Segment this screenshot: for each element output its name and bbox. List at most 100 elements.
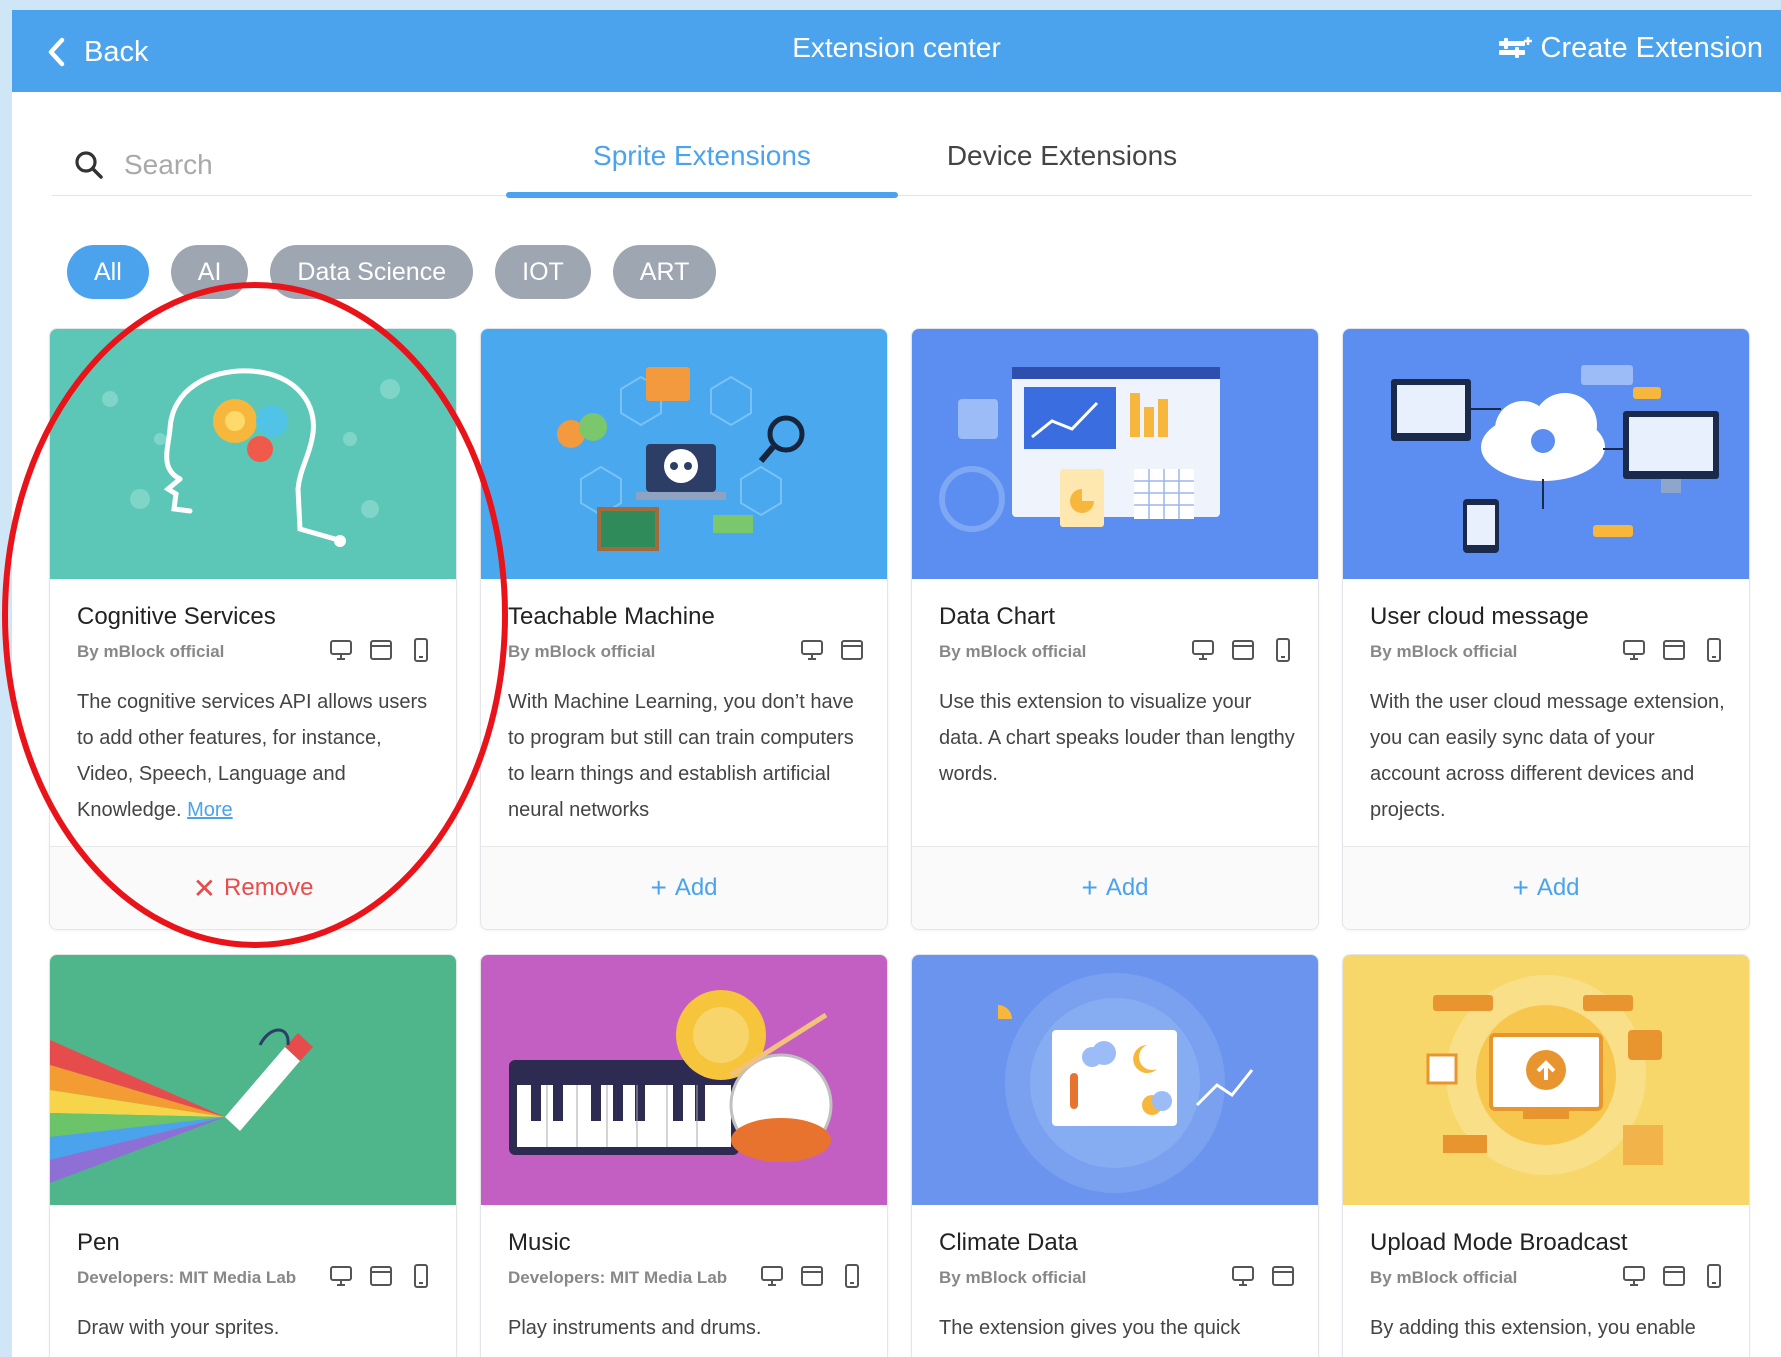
filter-data-science[interactable]: Data Science — [270, 245, 474, 299]
user-cloud-message-image — [1343, 329, 1749, 579]
add-button[interactable]: + Add — [1343, 846, 1749, 929]
desktop-icon — [1190, 637, 1216, 663]
pen-image — [50, 955, 456, 1205]
platform-icons — [1621, 1263, 1727, 1289]
platform-icons — [1230, 1263, 1296, 1289]
filter-art[interactable]: ART — [612, 245, 717, 299]
mobile-icon — [1270, 637, 1296, 663]
extension-card-upload-mode-broadcast[interactable]: Upload Mode Broadcast By mBlock official… — [1342, 954, 1750, 1357]
tabs-divider — [52, 195, 1752, 196]
add-label: Add — [1105, 874, 1149, 901]
extension-card-climate-data[interactable]: Climate Data By mBlock official The exte… — [911, 954, 1319, 1357]
filter-all[interactable]: All — [67, 245, 149, 299]
browser-icon — [1661, 637, 1687, 663]
cognitive-services-image — [50, 329, 456, 579]
extension-card-data-chart[interactable]: Data Chart By mBlock official Use this e… — [911, 328, 1319, 930]
upload-mode-broadcast-image — [1343, 955, 1749, 1205]
close-icon: ✕ — [192, 872, 217, 904]
card-description: Use this extension to visualize your dat… — [939, 691, 1295, 785]
add-button[interactable]: + Add — [481, 846, 887, 929]
teachable-machine-image — [481, 329, 887, 579]
filter-iot[interactable]: IOT — [495, 245, 591, 299]
desktop-icon — [328, 1263, 354, 1289]
card-author: By mBlock official — [939, 1268, 1087, 1287]
card-title: Climate Data — [939, 1229, 1078, 1256]
extension-center-window: Back Extension center Create Extension S… — [12, 10, 1781, 1357]
extension-card-music[interactable]: Music Developers: MIT Media Lab Play ins… — [480, 954, 888, 1357]
card-title: Data Chart — [939, 603, 1056, 630]
tab-sprite-extensions[interactable]: Sprite Extensions — [519, 140, 885, 172]
search-icon — [75, 151, 103, 179]
card-title: Cognitive Services — [77, 603, 276, 630]
desktop-icon — [799, 637, 825, 663]
search-input[interactable] — [122, 148, 346, 182]
mobile-icon — [408, 1263, 434, 1289]
tab-device-extensions[interactable]: Device Extensions — [912, 140, 1212, 172]
climate-data-image — [912, 955, 1318, 1205]
more-link[interactable]: More — [187, 799, 233, 821]
card-title: User cloud message — [1370, 603, 1589, 630]
remove-label: Remove — [224, 874, 314, 901]
card-title: Teachable Machine — [508, 603, 715, 630]
top-bar: Back Extension center Create Extension — [12, 10, 1781, 92]
card-description: With Machine Learning, you don’t have to… — [508, 691, 854, 821]
plus-icon: + — [650, 872, 667, 903]
add-label: Add — [1536, 874, 1580, 901]
platform-icons — [328, 1263, 434, 1289]
add-button[interactable]: + Add — [912, 846, 1318, 929]
desktop-icon — [1621, 1263, 1647, 1289]
card-title: Music — [508, 1229, 571, 1256]
browser-icon — [839, 637, 865, 663]
filter-ai[interactable]: AI — [170, 245, 249, 299]
desktop-icon — [759, 1263, 785, 1289]
extension-card-teachable-machine[interactable]: Teachable Machine By mBlock official Wit… — [480, 328, 888, 930]
browser-icon — [1230, 637, 1256, 663]
card-author: By mBlock official — [508, 642, 656, 661]
platform-icons — [328, 637, 434, 663]
create-extension-button[interactable]: Create Extension — [1497, 32, 1763, 65]
card-title: Pen — [77, 1229, 120, 1256]
browser-icon — [1270, 1263, 1296, 1289]
card-description: Draw with your sprites. — [77, 1317, 280, 1339]
mobile-icon — [1701, 637, 1727, 663]
card-author: By mBlock official — [1370, 1268, 1518, 1287]
plus-icon: + — [1512, 872, 1529, 903]
card-author: Developers: MIT Media Lab — [77, 1268, 297, 1287]
plus-icon: + — [1081, 872, 1098, 903]
card-author: Developers: MIT Media Lab — [508, 1268, 728, 1287]
platform-icons — [759, 1263, 865, 1289]
card-author: By mBlock official — [77, 642, 225, 661]
search-box[interactable] — [74, 140, 374, 190]
card-description: By adding this extension, you enable — [1370, 1317, 1696, 1339]
data-chart-image — [912, 329, 1318, 579]
desktop-icon — [328, 637, 354, 663]
browser-icon — [368, 637, 394, 663]
browser-icon — [799, 1263, 825, 1289]
card-title: Upload Mode Broadcast — [1370, 1229, 1628, 1256]
music-image — [481, 955, 887, 1205]
create-extension-label: Create Extension — [1540, 32, 1763, 64]
mobile-icon — [1701, 1263, 1727, 1289]
desktop-icon — [1230, 1263, 1256, 1289]
card-description: The extension gives you the quick — [939, 1317, 1241, 1339]
mobile-icon — [408, 637, 434, 663]
card-author: By mBlock official — [939, 642, 1087, 661]
card-description: The cognitive services API allows users … — [77, 684, 437, 828]
extension-card-pen[interactable]: Pen Developers: MIT Media Lab Draw with … — [49, 954, 457, 1357]
description-text: The cognitive services API allows users … — [77, 691, 428, 821]
card-description: With the user cloud message extension, y… — [1370, 691, 1725, 821]
active-tab-indicator — [506, 192, 898, 198]
desktop-icon — [1621, 637, 1647, 663]
category-filters: All AI Data Science IOT ART — [67, 245, 717, 299]
card-author: By mBlock official — [1370, 642, 1518, 661]
card-description: Play instruments and drums. — [508, 1317, 762, 1339]
platform-icons — [1621, 637, 1727, 663]
extension-card-cognitive-services[interactable]: Cognitive Services By mBlock official Th… — [49, 328, 457, 930]
browser-icon — [368, 1263, 394, 1289]
extension-card-user-cloud-message[interactable]: User cloud message By mBlock official Wi… — [1342, 328, 1750, 930]
mobile-icon — [839, 1263, 865, 1289]
add-label: Add — [674, 874, 718, 901]
remove-button[interactable]: ✕ Remove — [50, 846, 456, 929]
create-extension-icon — [1498, 36, 1532, 58]
platform-icons — [799, 637, 865, 663]
